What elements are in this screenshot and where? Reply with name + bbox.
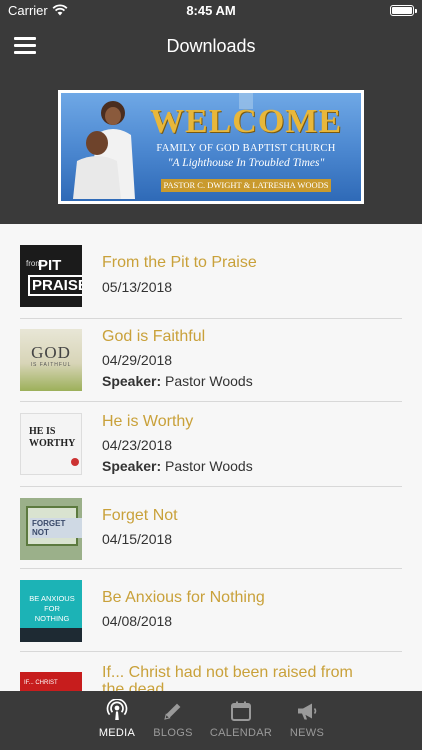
item-speaker: Speaker: Pastor Woods: [102, 458, 253, 474]
thumbnail-text: IS FAITHFUL: [30, 362, 72, 368]
sermon-thumbnail: IF... CHRIST: [20, 672, 82, 691]
tab-label: NEWS: [289, 727, 325, 739]
sermon-thumbnail: HE IS WORTHY: [20, 413, 82, 475]
media-list: from PIT PRAISE From the Pit to Praise 0…: [0, 224, 422, 691]
thumbnail-text: GOD: [31, 343, 71, 362]
item-title: From the Pit to Praise: [102, 254, 257, 271]
item-title: Forget Not: [102, 507, 178, 524]
thumbnail-text: FORGET NOT: [30, 518, 82, 538]
speaker-name: Pastor Woods: [165, 458, 253, 474]
sermon-thumbnail: from PIT PRAISE: [20, 245, 82, 307]
sermon-thumbnail: BE ANXIOUS FOR NOTHING: [20, 580, 82, 642]
pastors-photo: [73, 101, 135, 199]
nav-bar: Downloads: [0, 22, 422, 68]
megaphone-icon: [298, 703, 317, 720]
item-title: He is Worthy: [102, 413, 194, 430]
sermon-thumbnail: FORGET NOT: [20, 498, 82, 560]
thumbnail-text: HE IS: [29, 426, 56, 437]
pencil-icon: [164, 703, 181, 720]
banner-area: WELCOME FAMILY OF GOD BAPTIST CHURCH "A …: [0, 68, 422, 224]
list-item[interactable]: GOD IS FAITHFUL God is Faithful 04/29/20…: [20, 320, 402, 402]
list-item[interactable]: BE ANXIOUS FOR NOTHING Be Anxious for No…: [20, 570, 402, 652]
welcome-banner: WELCOME FAMILY OF GOD BAPTIST CHURCH "A …: [58, 90, 364, 204]
status-time: 8:45 AM: [186, 3, 236, 18]
thumbnail-text: NOTHING: [34, 614, 70, 623]
calendar-icon: [231, 701, 251, 721]
item-date: 04/15/2018: [102, 531, 173, 547]
status-bar: Carrier 8:45 AM: [0, 0, 422, 22]
item-date: 04/29/2018: [102, 352, 173, 368]
list-item[interactable]: IF... CHRIST If... Christ had not been r…: [20, 653, 402, 691]
thumbnail-text: BE ANXIOUS: [29, 594, 75, 603]
item-date: 05/13/2018: [102, 279, 173, 295]
banner-tagline: "A Lighthouse In Troubled Times": [167, 157, 325, 169]
thumbnail-text: WORTHY: [29, 438, 76, 449]
item-title: God is Faithful: [102, 328, 206, 345]
sermon-thumbnail: GOD IS FAITHFUL: [20, 329, 82, 391]
thumbnail-text: PRAISE: [28, 275, 82, 296]
speaker-label: Speaker:: [102, 458, 162, 474]
thumbnail-text: PIT: [38, 257, 62, 274]
item-date: 04/08/2018: [102, 613, 173, 629]
thumbnail-text: FOR: [44, 604, 60, 613]
item-speaker: Speaker: Pastor Woods: [102, 373, 253, 389]
tab-news[interactable]: NEWS: [267, 691, 347, 750]
speaker-name: Pastor Woods: [165, 373, 253, 389]
list-item[interactable]: from PIT PRAISE From the Pit to Praise 0…: [20, 238, 402, 319]
page-title: Downloads: [166, 36, 256, 56]
podcast-icon: [106, 699, 128, 720]
item-title: If... Christ had not been raised from th…: [102, 664, 353, 691]
seal-icon: [71, 458, 79, 466]
list-item[interactable]: HE IS WORTHY He is Worthy 04/23/2018 Spe…: [20, 403, 402, 487]
list-item[interactable]: FORGET NOT Forget Not 04/15/2018: [20, 488, 402, 569]
speaker-label: Speaker:: [102, 373, 162, 389]
tab-bar: MEDIA BLOGS CALENDAR NEWS: [0, 691, 422, 750]
thumbnail-text: IF... CHRIST: [24, 680, 58, 686]
banner-pastor: PASTOR C. DWIGHT & LATRESHA WOODS: [161, 179, 331, 192]
item-date: 04/23/2018: [102, 437, 173, 453]
item-title: Be Anxious for Nothing: [102, 589, 265, 606]
battery-icon: [390, 5, 417, 16]
banner-welcome: WELCOME: [149, 103, 343, 140]
banner-church-name: FAMILY OF GOD BAPTIST CHURCH: [156, 143, 336, 154]
